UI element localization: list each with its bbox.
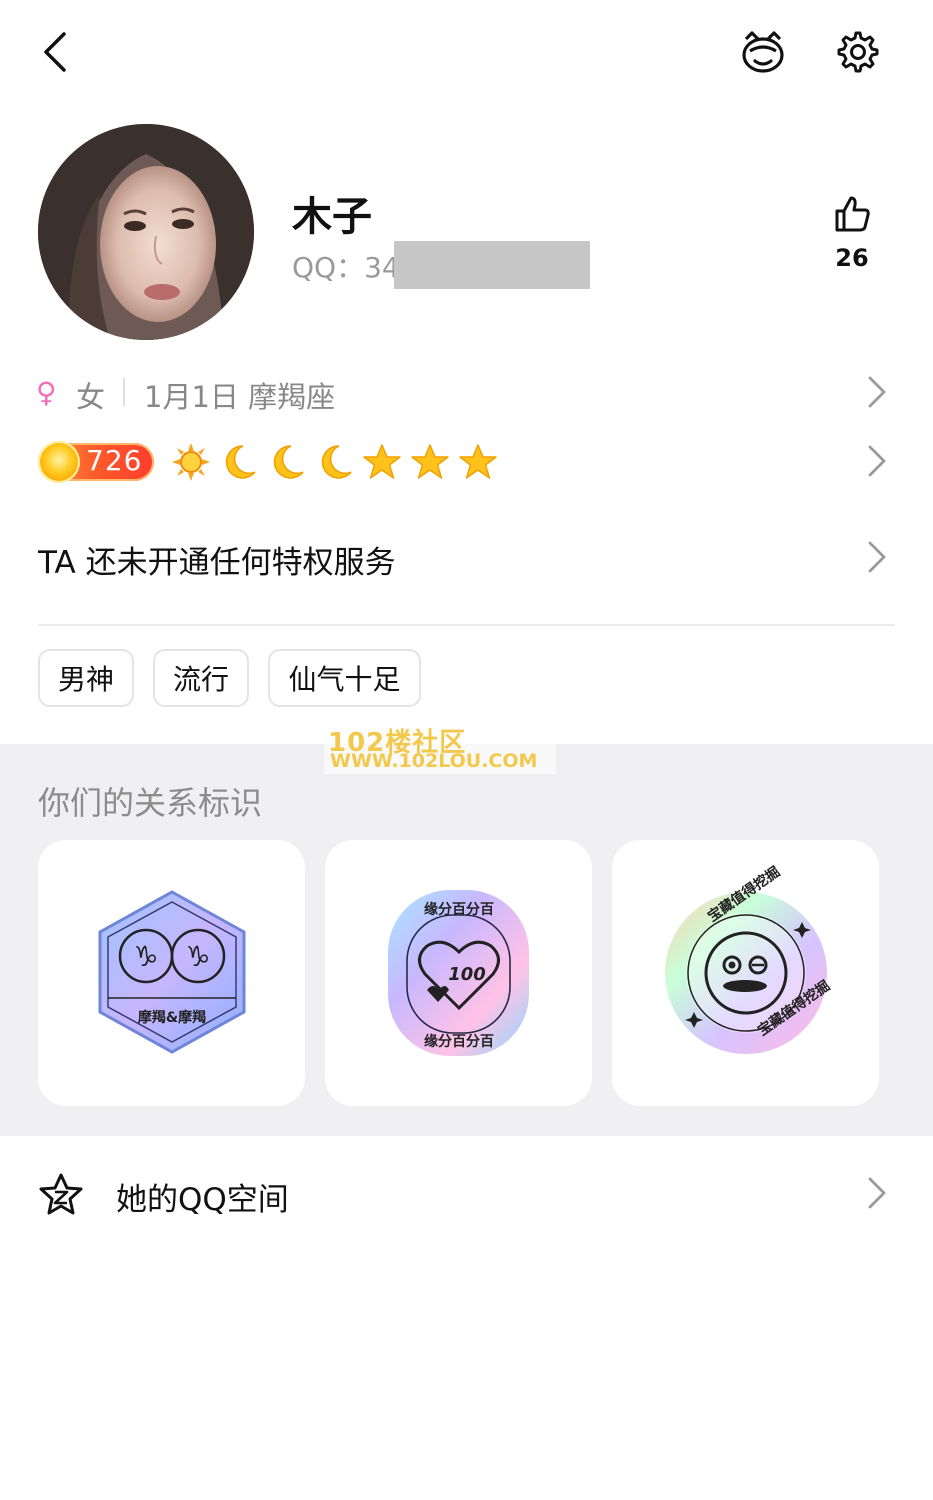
- badge-label: 缘分百分百: [424, 1033, 494, 1050]
- relationship-card[interactable]: 100 缘分百分百 缘分百分百: [325, 840, 592, 1106]
- svg-text:♑: ♑: [133, 940, 158, 973]
- fate-100-badge: 100 缘分百分百 缘分百分百: [388, 890, 529, 1056]
- gender-text: 女: [76, 380, 106, 414]
- pet-face-icon: [742, 31, 784, 73]
- privilege-status[interactable]: TA 还未开通任何特权服务: [38, 537, 396, 582]
- qzone-star-icon: [39, 1173, 83, 1215]
- moon-icon: [321, 445, 352, 479]
- tag[interactable]: 男神: [38, 649, 134, 707]
- qq-number-label: QQ：34: [292, 251, 400, 284]
- badge-label: 摩羯&摩羯: [138, 1009, 206, 1026]
- chevron-right-icon[interactable]: [867, 540, 887, 574]
- qzone-link[interactable]: 她的QQ空间: [116, 1174, 289, 1219]
- svg-text:♑: ♑: [185, 940, 210, 973]
- chevron-right-icon[interactable]: [867, 375, 887, 409]
- moon-icon: [273, 445, 304, 479]
- level-crown-icon: [38, 441, 80, 483]
- birthday-zodiac: 1月1日 摩羯座: [144, 380, 336, 414]
- gear-icon: [837, 31, 879, 73]
- chevron-right-icon[interactable]: [867, 444, 887, 478]
- like-button[interactable]: [826, 190, 878, 238]
- relationship-card[interactable]: 宝藏值得挖掘 宝藏值得挖掘: [612, 840, 879, 1106]
- chevron-right-icon[interactable]: [867, 1176, 887, 1210]
- star-icon: [411, 444, 449, 479]
- level-number: 726: [86, 444, 143, 477]
- divider: [38, 624, 895, 626]
- sun-icon: [172, 443, 210, 481]
- avatar[interactable]: [38, 124, 254, 340]
- qq-number-redaction: [394, 241, 590, 289]
- star-icon: [363, 444, 401, 479]
- female-icon: ♀: [36, 376, 57, 409]
- pet-button[interactable]: [734, 26, 792, 78]
- thumbs-up-icon: [835, 196, 870, 232]
- capricorn-badge: ♑ ♑ 摩羯&摩羯: [98, 890, 246, 1054]
- settings-button[interactable]: [830, 26, 886, 78]
- info-separator: [123, 378, 125, 406]
- tag[interactable]: 流行: [153, 649, 249, 707]
- avatar-portrait: [38, 124, 254, 340]
- star-icon: [459, 444, 497, 479]
- relationship-card[interactable]: ♑ ♑ 摩羯&摩羯: [38, 840, 305, 1106]
- moon-icon: [225, 445, 256, 479]
- chevron-left-icon: [44, 32, 66, 72]
- watermark-url: WWW.102LOU.COM: [330, 750, 538, 772]
- like-count: 26: [835, 244, 869, 272]
- tag[interactable]: 仙气十足: [268, 649, 421, 707]
- treasure-badge: 宝藏值得挖掘 宝藏值得挖掘: [665, 863, 833, 1054]
- nickname: 木子: [292, 194, 372, 240]
- back-button[interactable]: [30, 26, 80, 78]
- badge-number: 100: [448, 964, 486, 985]
- badge-label: 缘分百分百: [424, 901, 494, 918]
- relationship-title: 你们的关系标识: [38, 784, 263, 822]
